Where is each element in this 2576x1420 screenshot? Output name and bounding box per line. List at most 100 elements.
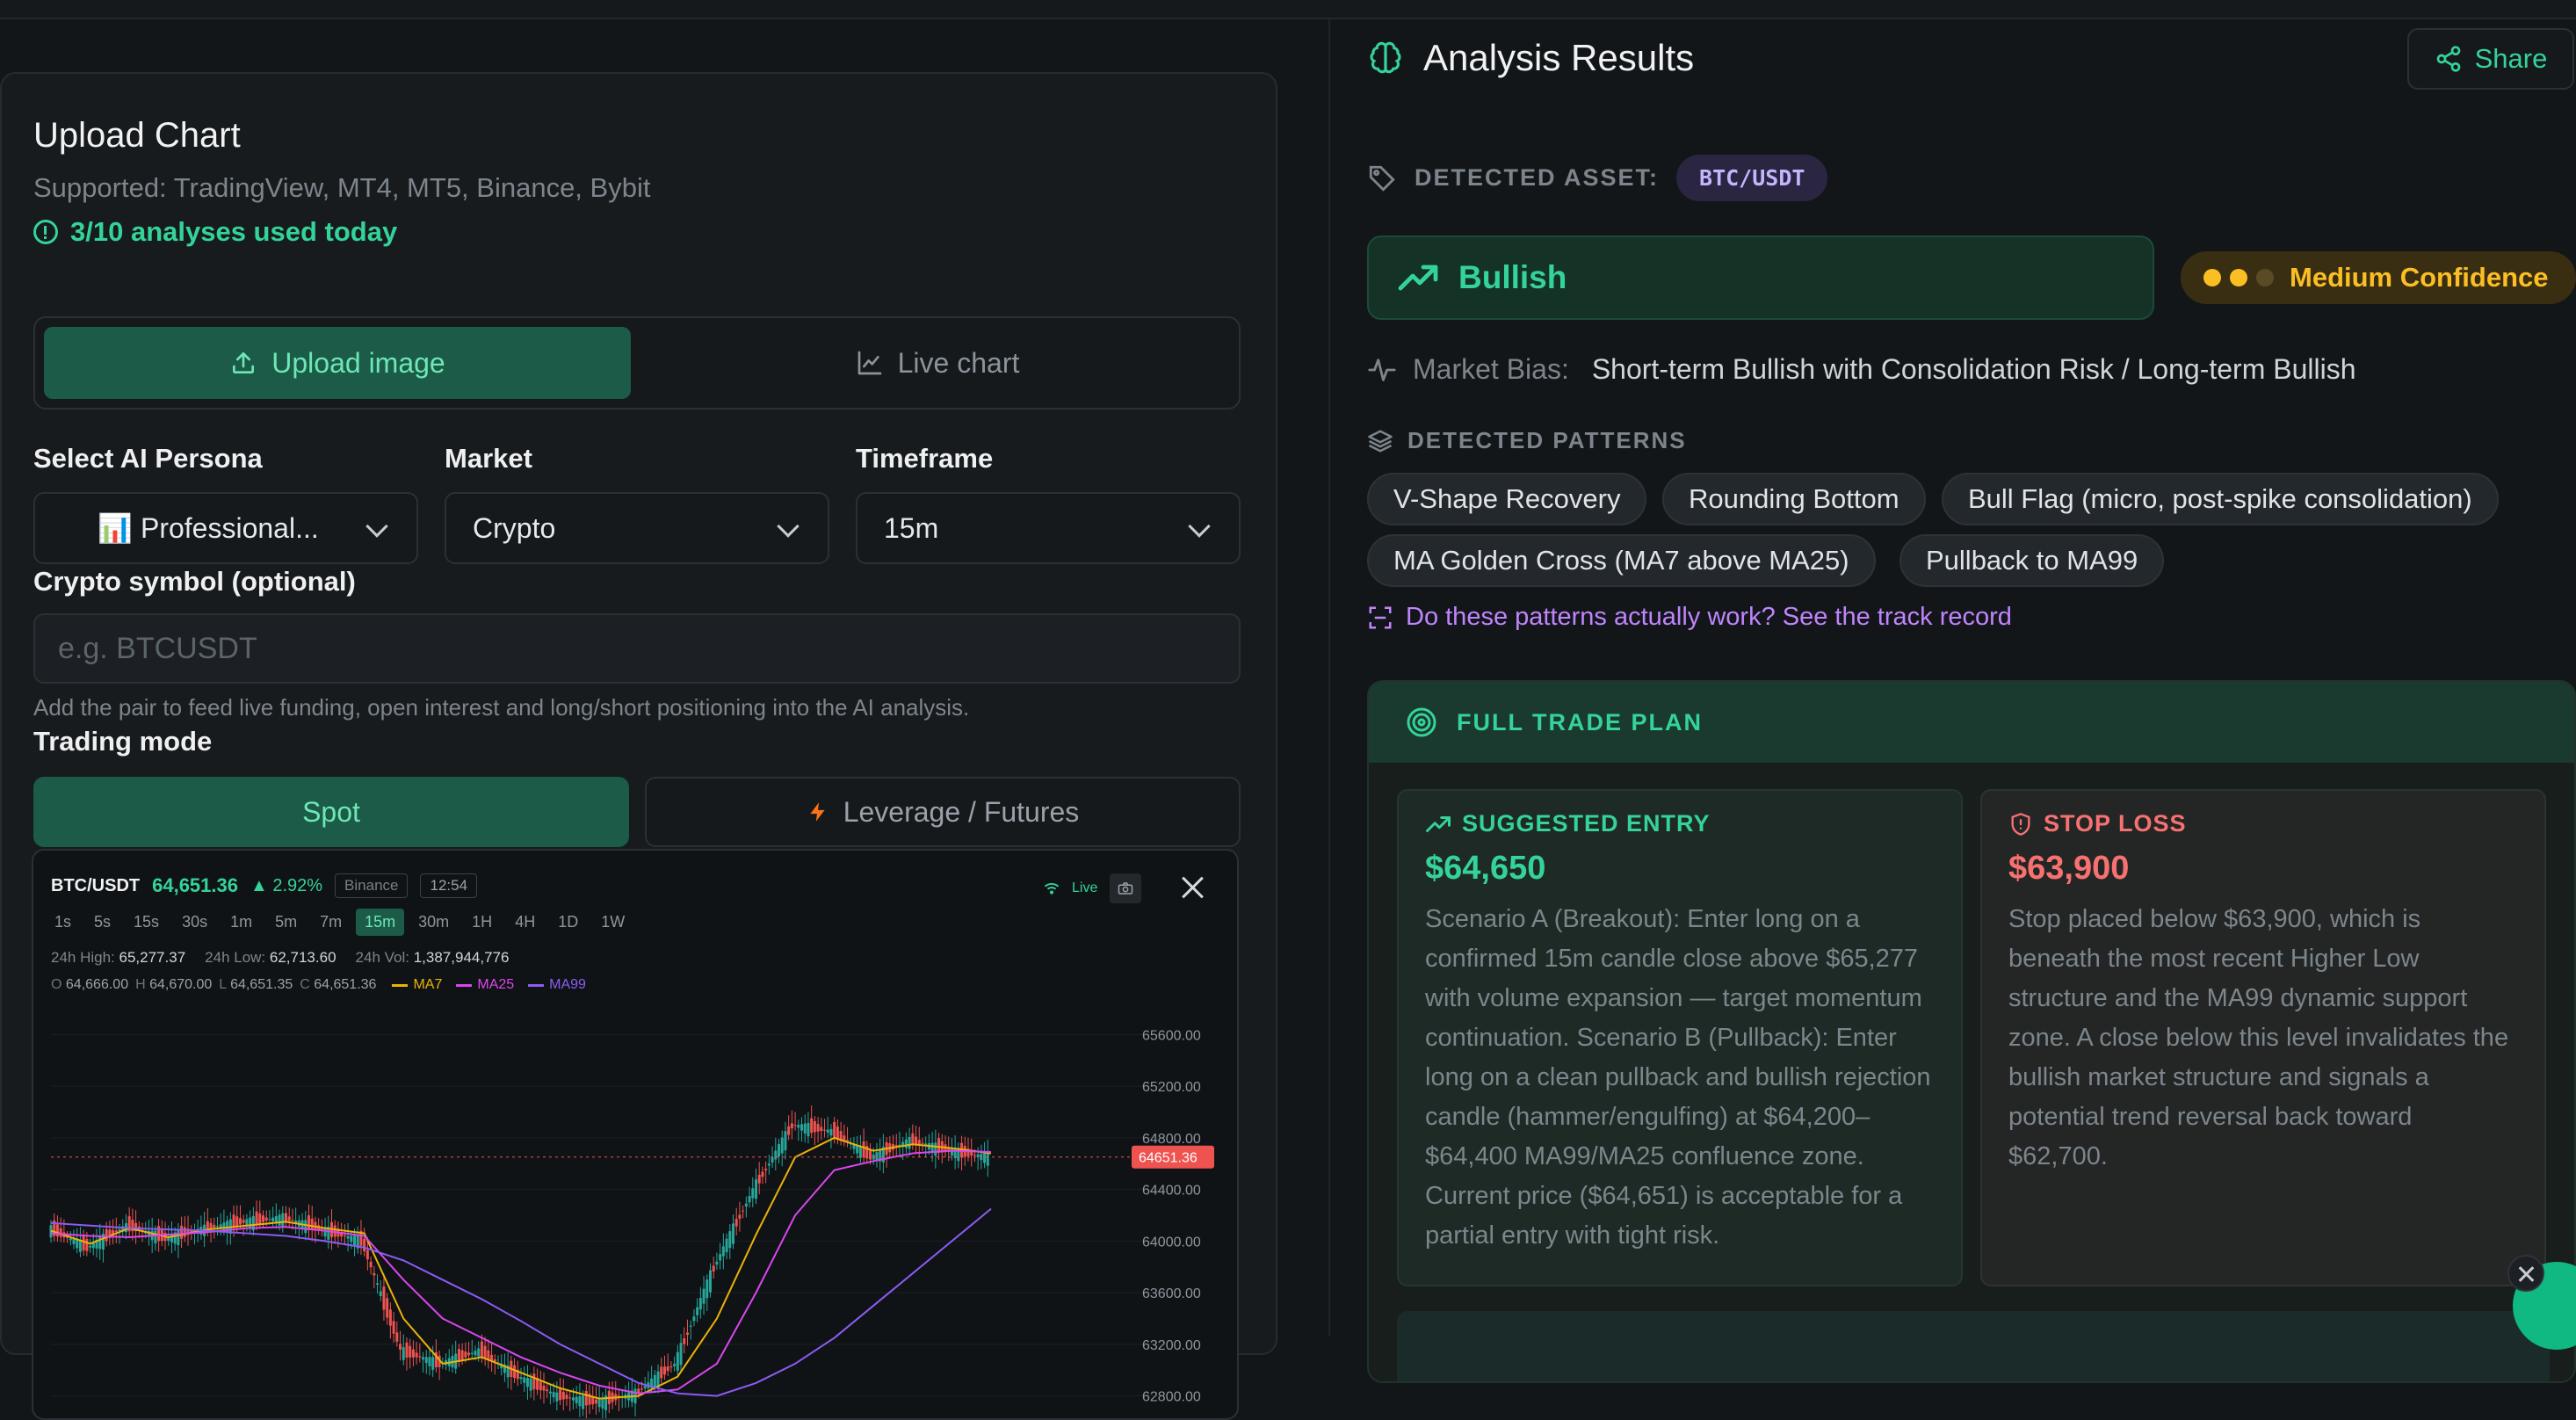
timeframe-button[interactable]: 15m xyxy=(356,909,405,936)
close-fab-button[interactable] xyxy=(2507,1255,2544,1292)
stop-loss-header: STOP LOSS xyxy=(2008,810,2518,837)
symbol-input[interactable] xyxy=(33,613,1241,684)
candle-body xyxy=(698,1298,702,1310)
timeframe-button[interactable]: 1s xyxy=(46,909,80,936)
trading-mode-label: Trading mode xyxy=(33,726,213,757)
candle-body xyxy=(388,1309,392,1326)
candle-body xyxy=(546,1389,549,1392)
candle-body xyxy=(519,1377,523,1380)
shield-alert-icon xyxy=(2011,812,2030,836)
candle-body xyxy=(424,1357,428,1364)
candle-body xyxy=(376,1283,380,1285)
candle-body xyxy=(82,1235,85,1251)
leverage-mode-button[interactable]: Leverage / Futures xyxy=(645,777,1241,847)
price-chart[interactable]: 65600.00 65200.00 64800.00 64400.00 64000.00… xyxy=(33,1000,1239,1420)
confidence-badge: Medium Confidence xyxy=(2181,251,2576,304)
candle-body xyxy=(719,1254,722,1261)
stat-low-label: 24h Low: xyxy=(205,949,266,966)
candle-body xyxy=(474,1351,477,1356)
candle-body xyxy=(278,1214,281,1226)
track-record-link[interactable]: Do these patterns actually work? See the… xyxy=(1367,603,2012,632)
candle-body xyxy=(343,1235,346,1236)
chart-change: ▲ 2.92% xyxy=(250,875,323,895)
ohlc-c-value: 64,651.36 xyxy=(314,977,377,992)
candle-body xyxy=(689,1325,692,1327)
candle-body xyxy=(411,1349,415,1358)
live-label: Live xyxy=(1072,880,1098,895)
candle-body xyxy=(784,1131,787,1151)
candle-body xyxy=(346,1235,350,1239)
confidence-dot xyxy=(2230,269,2247,286)
pattern-chip: Rounding Bottom xyxy=(1662,473,1926,525)
timeframe-button[interactable]: 1D xyxy=(549,909,587,936)
live-chart-tab[interactable]: Live chart xyxy=(641,327,1234,399)
activity-icon xyxy=(1368,358,1396,381)
candle-body xyxy=(662,1366,666,1375)
candle-body xyxy=(235,1216,239,1227)
tag-icon xyxy=(1369,165,1395,192)
ohlc-l-value: 64,651.35 xyxy=(230,977,293,992)
candle-body xyxy=(85,1238,89,1251)
chart-stats: 24h High: 65,277.37 24h Low: 62,713.60 2… xyxy=(51,949,509,967)
entry-label: SUGGESTED ENTRY xyxy=(1462,810,1711,837)
candle-body xyxy=(778,1144,781,1157)
candle-body xyxy=(669,1366,673,1368)
candle-body xyxy=(683,1337,686,1344)
timeframe-button[interactable]: 7m xyxy=(311,909,351,936)
candle-body xyxy=(114,1230,118,1233)
timeframe-button[interactable]: 30m xyxy=(409,909,458,936)
entry-header: SUGGESTED ENTRY xyxy=(1425,810,1935,837)
timeframe-button[interactable]: 4H xyxy=(506,909,544,936)
legend-label: MA99 xyxy=(549,977,586,992)
candle-body xyxy=(513,1365,517,1379)
pattern-chip: Pullback to MA99 xyxy=(1899,534,2165,587)
spot-mode-button[interactable]: Spot xyxy=(33,777,629,847)
candle-body xyxy=(597,1399,601,1408)
ma-line-ma25 xyxy=(50,1149,992,1395)
candle-body xyxy=(287,1216,291,1221)
ma-line-ma99 xyxy=(50,1207,992,1397)
legend-swatch xyxy=(456,983,473,987)
timeframe-select[interactable]: 15m xyxy=(856,492,1241,564)
candle-body xyxy=(721,1246,725,1257)
candle-body xyxy=(742,1210,745,1212)
candle-body xyxy=(525,1378,529,1387)
timeframe-button[interactable]: 1H xyxy=(463,909,501,936)
candle-body xyxy=(242,1220,245,1223)
share-button[interactable]: Share xyxy=(2407,28,2574,90)
trade-plan-card: FULL TRADE PLAN SUGGESTED ENTRY $64,650 … xyxy=(1367,680,2576,1383)
candle-body xyxy=(712,1265,715,1272)
stop-loss-box: STOP LOSS $63,900 Stop placed below $63,… xyxy=(1980,789,2546,1286)
camera-button[interactable] xyxy=(1110,873,1142,903)
timeframe-button[interactable]: 5m xyxy=(266,909,306,936)
live-indicator: Live xyxy=(1044,873,1142,903)
candle-body xyxy=(154,1230,157,1244)
market-select[interactable]: Crypto xyxy=(445,492,829,564)
next-plan-box xyxy=(1397,1311,2550,1381)
timeframe-button[interactable]: 5s xyxy=(85,909,119,936)
market-value: Crypto xyxy=(473,511,556,544)
upload-image-tab[interactable]: Upload image xyxy=(44,327,631,399)
candle-body xyxy=(215,1226,219,1228)
y-tick-label: 65600.00 xyxy=(1142,1028,1201,1043)
timeframe-button[interactable]: 15s xyxy=(125,909,168,936)
candle-body xyxy=(310,1218,314,1230)
candle-body xyxy=(258,1213,262,1224)
candle-body xyxy=(826,1129,829,1133)
persona-select[interactable]: 📊 Professional... xyxy=(33,492,418,564)
candle-body xyxy=(353,1235,357,1246)
candle-body xyxy=(529,1378,532,1391)
timeframe-button[interactable]: 1m xyxy=(221,909,261,936)
spot-label: Spot xyxy=(302,795,360,828)
stop-loss-label: STOP LOSS xyxy=(2044,810,2187,837)
candle-body xyxy=(582,1395,585,1409)
candle-body xyxy=(369,1261,373,1268)
candle-body xyxy=(934,1142,937,1156)
close-chart-button[interactable] xyxy=(1176,870,1211,905)
candle-body xyxy=(797,1125,800,1128)
candle-body xyxy=(673,1363,677,1366)
candle-body xyxy=(350,1235,353,1242)
timeframe-button[interactable]: 30s xyxy=(173,909,216,936)
candle-body xyxy=(523,1377,526,1383)
timeframe-button[interactable]: 1W xyxy=(592,909,633,936)
